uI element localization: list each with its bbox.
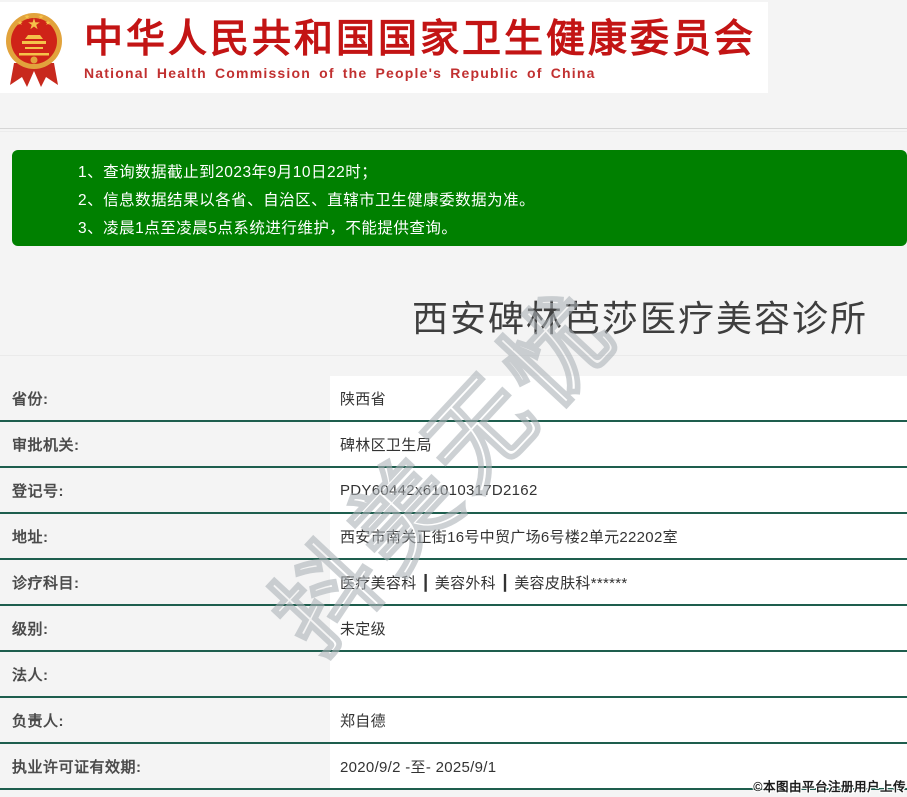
page: ★ ★ ★ ★ ★ 中华人民共和国国家卫生健康委员会 National Heal…: [0, 0, 907, 797]
header-divider-shadow: [0, 131, 907, 132]
table-row-approval-authority: 审批机关: 碑林区卫生局: [0, 422, 907, 468]
table-row-legal-person: 法人:: [0, 652, 907, 698]
row-label: 登记号:: [0, 468, 330, 512]
notice-line-2: 2、信息数据结果以各省、自治区、直辖市卫生健康委数据为准。: [78, 192, 536, 209]
row-label: 法人:: [0, 652, 330, 696]
table-row-province: 省份: 陕西省: [0, 376, 907, 422]
row-label: 地址:: [0, 514, 330, 558]
clinic-name-title: 西安碑林芭莎医疗美容诊所: [412, 298, 869, 339]
notice-line-3: 3、凌晨1点至凌晨5点系统进行维护，不能提供查询。: [78, 220, 458, 237]
svg-text:★: ★: [17, 19, 23, 27]
svg-text:★: ★: [38, 13, 44, 21]
china-national-emblem-icon: ★ ★ ★ ★ ★: [6, 13, 62, 87]
row-value: 郑自德: [330, 698, 907, 742]
row-label: 诊疗科目:: [0, 560, 330, 604]
table-row-person-in-charge: 负责人: 郑自德: [0, 698, 907, 744]
clinic-info-table: 省份: 陕西省 审批机关: 碑林区卫生局 登记号: PDY60442x61010…: [0, 376, 907, 790]
row-label: 省份:: [0, 376, 330, 420]
site-header: ★ ★ ★ ★ ★ 中华人民共和国国家卫生健康委员会 National Heal…: [0, 2, 768, 93]
row-value: 碑林区卫生局: [330, 422, 907, 466]
row-value: 未定级: [330, 606, 907, 650]
row-label: 级别:: [0, 606, 330, 650]
notice-line-1: 1、查询数据截止到2023年9月10日22时；: [78, 164, 378, 181]
section-divider: [0, 355, 907, 356]
table-row-level: 级别: 未定级: [0, 606, 907, 652]
header-divider: [0, 128, 907, 129]
table-row-departments: 诊疗科目: 医疗美容科 ┃ 美容外科 ┃ 美容皮肤科******: [0, 560, 907, 606]
row-label: 审批机关:: [0, 422, 330, 466]
row-value: PDY60442x61010317D2162: [330, 468, 907, 512]
table-row-address: 地址: 西安市南关正街16号中贸广场6号楼2单元22202室: [0, 514, 907, 560]
svg-text:★: ★: [24, 13, 30, 21]
row-label: 负责人:: [0, 698, 330, 742]
upload-attribution-note: ©本图由平台注册用户上传: [753, 780, 906, 794]
header-title-en: National Health Commission of the People…: [84, 65, 596, 81]
row-value: 医疗美容科 ┃ 美容外科 ┃ 美容皮肤科******: [330, 560, 907, 604]
row-value: 陕西省: [330, 376, 907, 420]
row-label: 执业许可证有效期:: [0, 744, 330, 788]
svg-text:★: ★: [45, 19, 51, 27]
table-row-registration-number: 登记号: PDY60442x61010317D2162: [0, 468, 907, 514]
notice-box: 1、查询数据截止到2023年9月10日22时； 2、信息数据结果以各省、自治区、…: [12, 150, 907, 246]
header-title-cn: 中华人民共和国国家卫生健康委员会: [84, 18, 757, 61]
row-value: [330, 652, 907, 696]
row-value: 西安市南关正街16号中贸广场6号楼2单元22202室: [330, 514, 907, 558]
